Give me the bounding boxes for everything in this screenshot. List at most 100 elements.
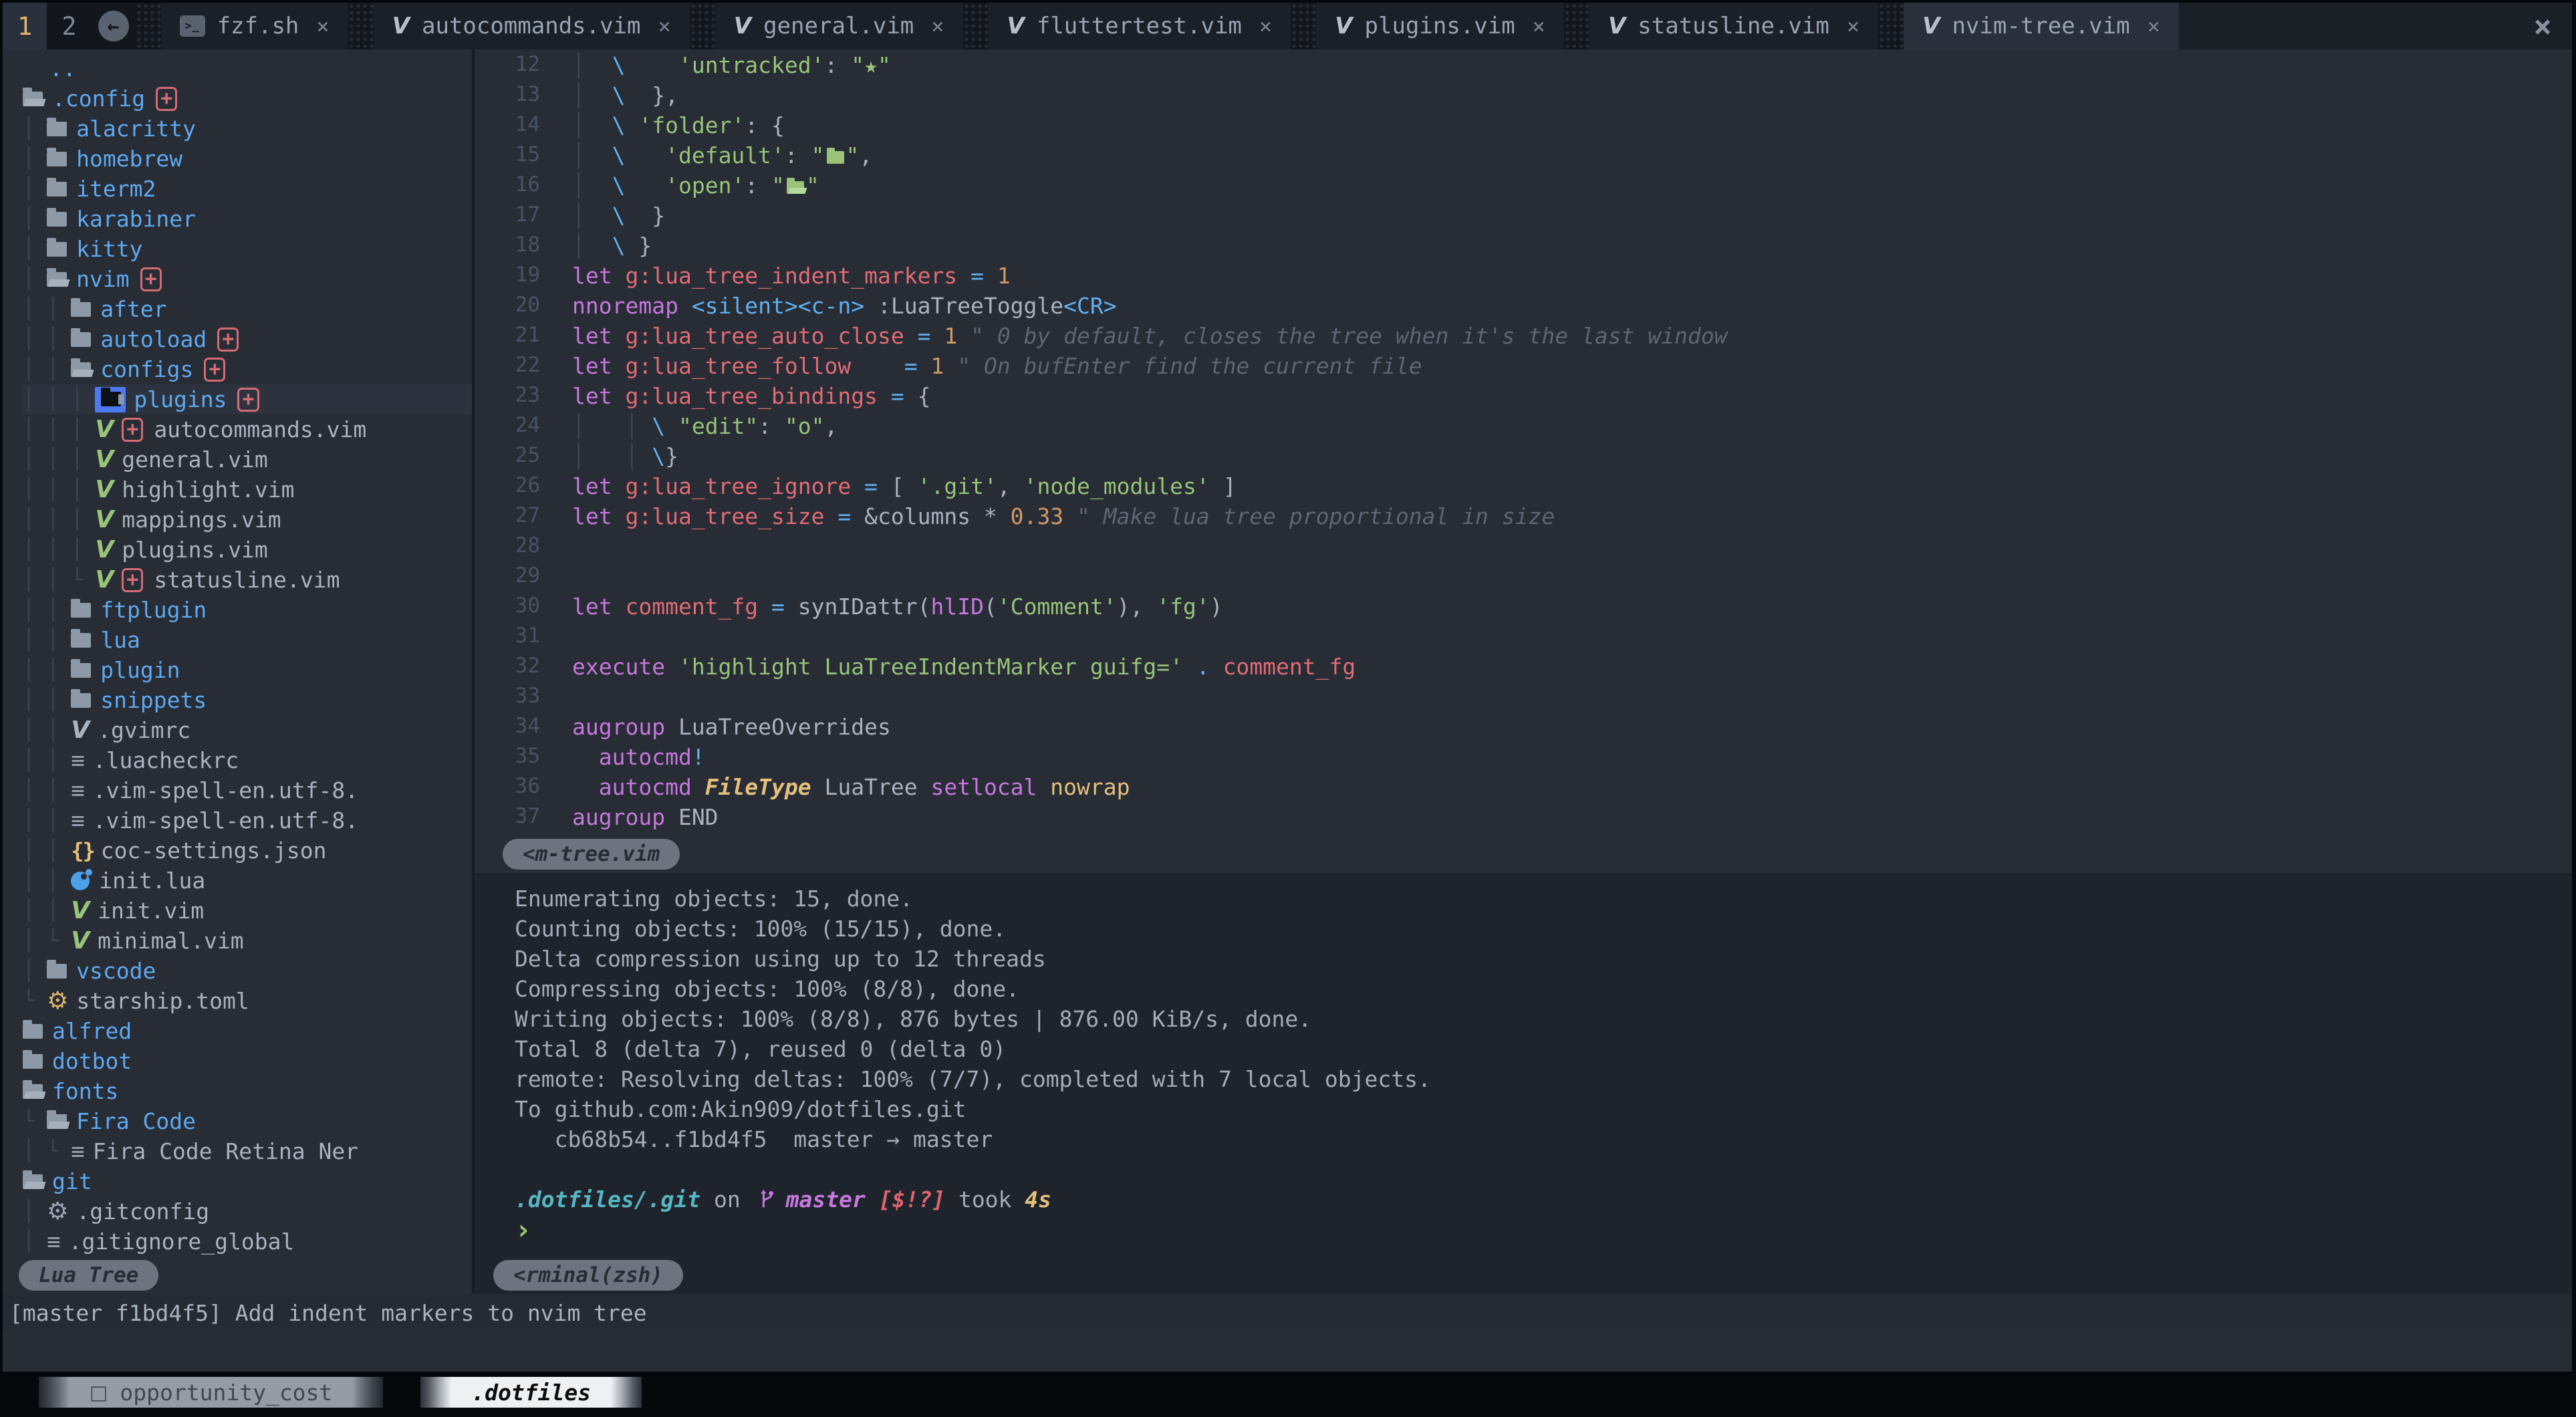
tree-item-autocommands.vim[interactable]: │ │ │ V+autocommands.vim	[23, 414, 472, 444]
tree-item-vscode[interactable]: │ vscode	[23, 956, 472, 986]
tree-item-.gvimrc[interactable]: │ │ V.gvimrc	[23, 715, 472, 745]
list-icon: ≡	[71, 747, 84, 774]
tree-item-..[interactable]: ..	[23, 53, 472, 84]
tree-item-lua[interactable]: │ │ lua	[23, 625, 472, 655]
tab-number-1[interactable]: 1	[3, 3, 47, 49]
code-line-33: 33	[475, 684, 2572, 714]
tab-number-2[interactable]: 2	[47, 3, 91, 49]
tree-item-dotbot[interactable]: dotbot	[23, 1046, 472, 1076]
tree-item-.gitconfig[interactable]: │ ⚙.gitconfig	[23, 1196, 472, 1227]
tree-indent-guides: │ │	[23, 869, 71, 892]
code-text: │ \ 'open': ""	[572, 172, 819, 203]
tree-item-label: autoload	[100, 326, 207, 352]
tree-item-karabiner[interactable]: │ karabiner	[23, 204, 472, 234]
tree-item-highlight.vim[interactable]: │ │ │ Vhighlight.vim	[23, 475, 472, 505]
tree-item-snippets[interactable]: │ │ snippets	[23, 685, 472, 715]
tab-fluttertest.vim[interactable]: Vfluttertest.vim×	[989, 3, 1291, 49]
folder-icon	[71, 302, 91, 317]
tree-item-alfred[interactable]: alfred	[23, 1016, 472, 1046]
vim-icon: V	[71, 927, 90, 954]
tmux-window-opportunity_cost[interactable]: □opportunity_cost	[39, 1377, 383, 1408]
tree-item-label: autocommands.vim	[154, 416, 366, 442]
editor-statusline: <m-tree.vim	[475, 835, 2572, 873]
tab-close-icon[interactable]: ×	[316, 13, 329, 39]
tree-indent-guides: │ │ │	[23, 538, 95, 561]
tree-item-.vim-spell-en.utf-8.[interactable]: │ │ ≡.vim-spell-en.utf-8.	[23, 805, 472, 835]
tree-item-label: lua	[100, 627, 140, 653]
code-text: let g:lua_tree_auto_close = 1 " 0 by def…	[572, 323, 1728, 353]
tab-nvim-tree.vim[interactable]: Vnvim-tree.vim×	[1904, 3, 2179, 49]
code-line-35: 35 autocmd!	[475, 744, 2572, 774]
git-new-badge: +	[204, 358, 225, 382]
code-line-34: 34augroup LuaTreeOverrides	[475, 714, 2572, 744]
terminal-line: ›	[515, 1214, 2572, 1245]
tree-item-.gitignore-global[interactable]: │ ≡.gitignore_global	[23, 1227, 472, 1257]
tree-statusline-pill: Lua Tree	[19, 1260, 158, 1291]
tree-item-fonts[interactable]: fonts	[23, 1076, 472, 1106]
tab-close-icon[interactable]: ×	[2148, 13, 2160, 39]
code-text: │ \ },	[572, 82, 678, 112]
tree-item-.luacheckrc[interactable]: │ │ ≡.luacheckrc	[23, 745, 472, 775]
terminal-pane[interactable]: Enumerating objects: 15, done.Counting o…	[475, 873, 2572, 1257]
tree-item-autoload[interactable]: │ │ autoload+	[23, 324, 472, 354]
vim-icon: V	[95, 476, 114, 503]
line-number: 33	[475, 684, 572, 714]
tree-item-label: after	[100, 296, 166, 322]
git-new-badge: +	[122, 418, 143, 442]
code-text: │ \ 'default': "",	[572, 142, 872, 172]
tab-close-icon[interactable]: ×	[1533, 13, 1545, 39]
folder-icon	[47, 152, 67, 166]
tree-item-nvim[interactable]: │ nvim+	[23, 264, 472, 294]
tree-item-fira-code-retina-ner[interactable]: │ └ ≡Fira Code Retina Ner	[23, 1136, 472, 1166]
tab-statusline.vim[interactable]: Vstatusline.vim×	[1589, 3, 1878, 49]
tree-item-ftplugin[interactable]: │ │ ftplugin	[23, 595, 472, 625]
line-number: 14	[475, 112, 572, 142]
tab-general.vim[interactable]: Vgeneral.vim×	[715, 3, 963, 49]
tree-item-init.vim[interactable]: │ │ Vinit.vim	[23, 896, 472, 926]
tree-item-iterm2[interactable]: │ iterm2	[23, 174, 472, 204]
tab-autocommands.vim[interactable]: Vautocommands.vim×	[374, 3, 690, 49]
folder-open-icon	[71, 362, 91, 377]
tree-item-plugins.vim[interactable]: │ │ │ Vplugins.vim	[23, 535, 472, 565]
tree-item-starship.toml[interactable]: └ ⚙starship.toml	[23, 986, 472, 1016]
tree-item-coc-settings.json[interactable]: │ │ {}coc-settings.json	[23, 835, 472, 866]
tree-item-configs[interactable]: │ │ configs+	[23, 354, 472, 384]
line-number: 18	[475, 233, 572, 263]
tab-close-icon[interactable]: ×	[658, 13, 671, 39]
file-tree-pane[interactable]: ...config+│ alacritty│ homebrew│ iterm2│…	[3, 49, 475, 1294]
code-line-28: 28	[475, 533, 2572, 563]
tree-item-init.lua[interactable]: │ │ init.lua	[23, 866, 472, 896]
tree-item-label: .gvimrc	[98, 717, 190, 743]
tree-item-.config[interactable]: .config+	[23, 84, 472, 114]
close-all-icon[interactable]: ×	[2513, 3, 2572, 49]
tmux-window-.dotfiles[interactable]: .dotfiles	[420, 1377, 642, 1408]
tree-item-homebrew[interactable]: │ homebrew	[23, 144, 472, 174]
code-line-18: 18│ \ }	[475, 233, 2572, 263]
tree-item-alacritty[interactable]: │ alacritty	[23, 114, 472, 144]
code-line-31: 31	[475, 624, 2572, 654]
history-back-icon[interactable]: ←	[98, 11, 129, 41]
tree-item-statusline.vim[interactable]: │ │ └ V+statusline.vim	[23, 565, 472, 595]
tree-item-minimal.vim[interactable]: │ └ Vminimal.vim	[23, 926, 472, 956]
tab-close-icon[interactable]: ×	[1847, 13, 1859, 39]
tree-item-plugin[interactable]: │ │ plugin	[23, 655, 472, 685]
tab-close-icon[interactable]: ×	[931, 13, 944, 39]
tab-plugins.vim[interactable]: Vplugins.vim×	[1316, 3, 1564, 49]
editor-pane[interactable]: 12│ \ 'untracked': "★"13│ \ },14│ \ 'fol…	[475, 49, 2572, 835]
tree-item-mappings.vim[interactable]: │ │ │ Vmappings.vim	[23, 505, 472, 535]
tab-close-icon[interactable]: ×	[1259, 13, 1272, 39]
tree-item-kitty[interactable]: │ kitty	[23, 234, 472, 264]
tree-item-git[interactable]: git	[23, 1166, 472, 1196]
code-line-12: 12│ \ 'untracked': "★"	[475, 52, 2572, 82]
tree-indent-guides: │ │	[23, 839, 71, 862]
tree-item-label: vscode	[76, 958, 156, 984]
tab-fzf.sh[interactable]: >_fzf.sh×	[161, 3, 348, 49]
tree-item-.vim-spell-en.utf-8.[interactable]: │ │ ≡.vim-spell-en.utf-8.	[23, 775, 472, 805]
tree-item-after[interactable]: │ │ after	[23, 294, 472, 324]
vim-icon: V	[95, 566, 114, 594]
tree-item-plugins[interactable]: │ │ │ plugins+	[23, 384, 472, 414]
code-line-16: 16│ \ 'open': ""	[475, 172, 2572, 203]
tree-item-general.vim[interactable]: │ │ │ Vgeneral.vim	[23, 444, 472, 475]
folder-open-glyph-icon	[787, 181, 804, 194]
tree-item-fira-code[interactable]: └ Fira Code	[23, 1106, 472, 1136]
